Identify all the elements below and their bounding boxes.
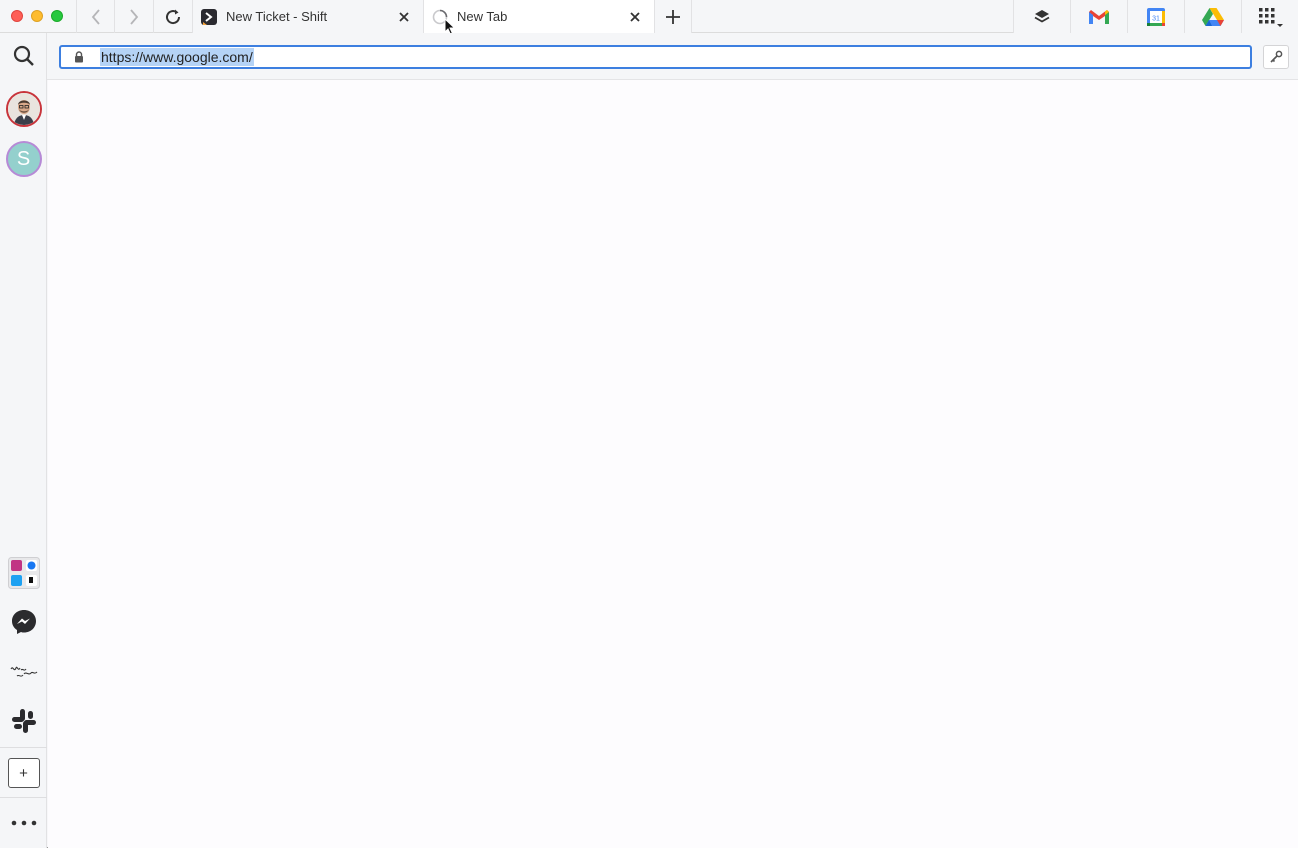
close-icon[interactable]	[397, 10, 411, 24]
avatar-initial: S	[5, 141, 42, 177]
add-app-button[interactable]: +	[0, 756, 47, 790]
divider	[0, 797, 47, 798]
back-button[interactable]	[76, 0, 114, 33]
reload-icon	[165, 9, 180, 24]
search-button[interactable]	[0, 41, 47, 71]
key-icon	[1270, 50, 1283, 63]
tab-label: New Tab	[457, 9, 508, 24]
google-drive-button[interactable]	[1184, 0, 1241, 33]
shift-logo-icon	[201, 8, 217, 25]
google-calendar-icon: 31	[1147, 7, 1165, 26]
close-window-button[interactable]	[11, 10, 23, 22]
fullscreen-window-button[interactable]	[51, 10, 63, 22]
person-photo-icon	[7, 93, 40, 125]
browser-window: New Ticket - Shift New Tab 31 S + https:…	[0, 0, 1298, 848]
lock-icon	[74, 51, 84, 63]
chevron-right-icon	[129, 8, 138, 25]
google-drive-icon	[1202, 8, 1224, 26]
gmail-button[interactable]	[1070, 0, 1127, 33]
address-bar[interactable]: https://www.google.com/	[59, 45, 1252, 69]
avatar	[5, 91, 42, 127]
social-apps-group[interactable]	[0, 557, 47, 589]
url-text[interactable]: https://www.google.com/	[100, 48, 254, 66]
google-calendar-button[interactable]: 31	[1127, 0, 1184, 33]
more-dots-icon	[11, 820, 36, 826]
plus-icon	[666, 9, 680, 24]
social-apps-group-icon	[7, 557, 40, 589]
more-button[interactable]	[0, 811, 47, 835]
tab-label: New Ticket - Shift	[226, 9, 328, 24]
layers-icon	[1034, 9, 1050, 23]
gmail-icon	[1089, 9, 1109, 24]
calendar-day: 31	[1152, 15, 1160, 22]
layers-button[interactable]	[1013, 0, 1070, 33]
workshop-logo-icon	[10, 666, 37, 677]
minimize-window-button[interactable]	[31, 10, 43, 22]
new-tab-button[interactable]	[654, 0, 692, 33]
address-bar-row: https://www.google.com/	[47, 33, 1298, 80]
chevron-left-icon	[91, 8, 100, 25]
tab-new-ticket-shift[interactable]: New Ticket - Shift	[192, 0, 423, 33]
search-icon	[13, 45, 34, 66]
tab-bar: New Ticket - Shift New Tab 31	[0, 0, 1298, 36]
account-avatar-s[interactable]: S	[0, 140, 47, 178]
window-controls	[0, 0, 76, 33]
close-icon[interactable]	[628, 10, 642, 24]
workshop-app[interactable]	[0, 657, 47, 687]
tab-new-tab[interactable]: New Tab	[423, 0, 654, 33]
reload-button[interactable]	[153, 0, 191, 33]
slack-icon	[11, 709, 36, 733]
page-content[interactable]	[48, 80, 1298, 848]
divider	[0, 747, 47, 748]
apps-grid-button[interactable]	[1241, 0, 1298, 33]
password-key-button[interactable]	[1263, 45, 1289, 69]
sidebar: S +	[0, 33, 47, 848]
forward-button[interactable]	[114, 0, 152, 33]
slack-app[interactable]	[0, 706, 47, 736]
apps-grid-icon	[1259, 7, 1283, 27]
messenger-icon	[11, 610, 36, 634]
account-avatar-photo[interactable]	[0, 90, 47, 128]
messenger-app[interactable]	[0, 607, 47, 637]
add-label: +	[7, 758, 40, 788]
